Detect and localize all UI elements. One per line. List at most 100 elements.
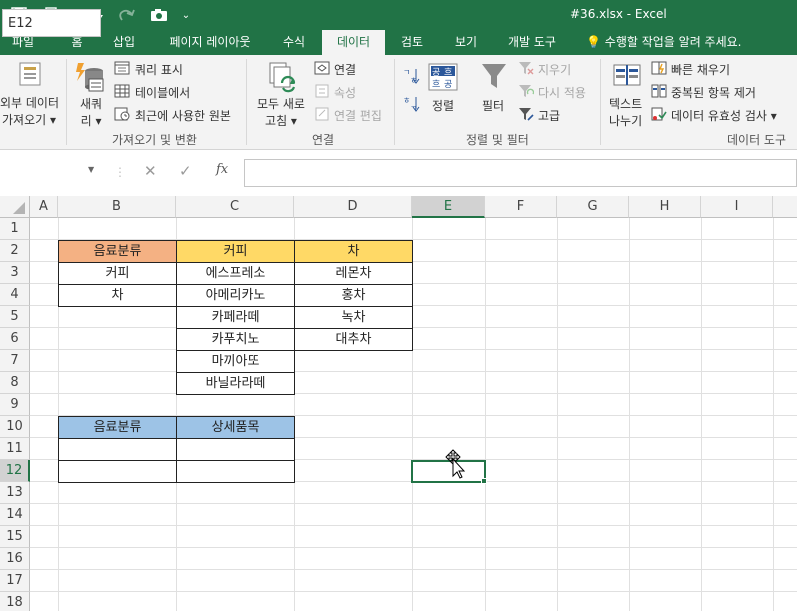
column-header-d[interactable]: D [294,196,412,218]
svg-text:흐: 흐 [444,67,452,78]
properties-button[interactable]: 속성 [334,84,356,101]
row-header-17[interactable]: 17 [0,570,30,592]
from-table-button[interactable]: 테이블에서 [135,84,190,101]
column-header-h[interactable]: H [629,196,701,218]
column-header-e[interactable]: E [412,196,485,218]
cell-c10[interactable]: 상세품목 [176,416,295,439]
select-all-corner[interactable] [0,196,30,218]
cell-b4[interactable]: 차 [58,284,177,307]
cell-c12[interactable] [176,460,295,483]
flash-fill-button[interactable]: 빠른 채우기 [671,61,730,78]
row-header-16[interactable]: 16 [0,548,30,570]
column-header-next[interactable] [773,196,797,218]
row-header-6[interactable]: 6 [0,328,30,350]
row-header-11[interactable]: 11 [0,438,30,460]
tab-review[interactable]: 검토 [392,30,432,55]
column-header-c[interactable]: C [176,196,294,218]
row-header-14[interactable]: 14 [0,504,30,526]
sort-za-icon[interactable]: ㅎㄱ [402,95,420,116]
recent-sources-button[interactable]: 최근에 사용한 원본 [135,107,231,124]
data-validation-button[interactable]: 데이터 유효성 검사 ▾ [671,107,777,124]
column-header-i[interactable]: I [701,196,773,218]
text-to-columns-line2: 나누기 [609,114,643,128]
cell-b10[interactable]: 음료분류 [58,416,177,439]
row-header-18[interactable]: 18 [0,592,30,611]
formula-input[interactable] [244,159,797,187]
filter-button[interactable]: 필터 [482,97,504,114]
new-query-line2: 리 ▾ [80,114,102,128]
remove-duplicates-button[interactable]: 중복된 항목 제거 [671,84,756,101]
tab-view[interactable]: 보기 [446,30,486,55]
cell-c6[interactable]: 카푸치노 [176,328,295,351]
row-header-5[interactable]: 5 [0,306,30,328]
cell-c3[interactable]: 에스프레소 [176,262,295,285]
tab-developer[interactable]: 개발 도구 [500,30,564,55]
tab-page-layout[interactable]: 페이지 레이아웃 [158,30,262,55]
clear-button[interactable]: 지우기 [538,61,571,78]
column-header-a[interactable]: A [30,196,58,218]
cell-c5[interactable]: 카페라떼 [176,306,295,329]
fill-handle[interactable] [481,478,487,484]
column-header-g[interactable]: G [557,196,629,218]
row-header-1[interactable]: 1 [0,218,30,240]
cell-c8[interactable]: 바닐라라떼 [176,372,295,395]
row-header-8[interactable]: 8 [0,372,30,394]
reapply-button[interactable]: 다시 적용 [538,84,586,101]
text-to-columns-line1: 텍스트 [609,97,643,111]
cell-c2[interactable]: 커피 [176,240,295,263]
flash-fill-icon [651,61,667,78]
redo-icon[interactable] [114,3,142,27]
svg-text:흐: 흐 [432,79,440,90]
cell-b11[interactable] [58,438,177,461]
more-options-icon: ⋮ [114,165,126,179]
cell-b12[interactable] [58,460,177,483]
advanced-button[interactable]: 고급 [538,107,560,124]
enter-icon[interactable]: ✓ [179,162,192,180]
cell-d3[interactable]: 레몬차 [294,262,413,285]
tell-me-text: 수행할 작업을 알려 주세요. [604,35,742,49]
camera-icon[interactable] [146,3,172,27]
new-query-button[interactable]: 새쿼 리 ▾ [80,95,102,129]
cell-d5[interactable]: 녹차 [294,306,413,329]
connections-button[interactable]: 연결 [334,61,356,78]
filter-icon [480,61,508,94]
row-header-10[interactable]: 10 [0,416,30,438]
row-header-12[interactable]: 12 [0,460,30,482]
sort-button[interactable]: 정렬 [432,97,454,114]
row-header-4[interactable]: 4 [0,284,30,306]
customize-qat-icon[interactable]: ⌄ [178,3,194,27]
group-get-transform-label: 가져오기 및 변환 [112,133,197,147]
name-box[interactable]: E12 [2,9,101,37]
row-header-13[interactable]: 13 [0,482,30,504]
column-header-f[interactable]: F [485,196,557,218]
tell-me-box[interactable]: 💡 수행할 작업을 알려 주세요. [586,30,741,55]
group-connections-label: 연결 [312,133,335,147]
row-header-2[interactable]: 2 [0,240,30,262]
cell-c4[interactable]: 아메리카노 [176,284,295,307]
tab-data[interactable]: 데이터 [322,30,385,55]
sort-az-icon[interactable]: ㄱㅎ [402,67,420,88]
tab-formulas[interactable]: 수식 [274,30,314,55]
refresh-all-button[interactable]: 모두 새로 고침 ▾ [257,95,305,129]
name-box-dropdown-icon[interactable]: ▼ [88,165,94,174]
text-to-columns-button[interactable]: 텍스트 나누기 [609,95,642,129]
edit-links-button[interactable]: 연결 편집 [334,107,382,124]
cell-d4[interactable]: 홍차 [294,284,413,307]
cell-d2[interactable]: 차 [294,240,413,263]
cell-d6[interactable]: 대추차 [294,328,413,351]
cell-b3[interactable]: 커피 [58,262,177,285]
show-queries-button[interactable]: 쿼리 표시 [135,61,183,78]
column-header-b[interactable]: B [58,196,176,218]
row-header-3[interactable]: 3 [0,262,30,284]
insert-function-icon[interactable]: fx [216,162,228,177]
cell-b2[interactable]: 음료분류 [58,240,177,263]
tab-insert[interactable]: 삽입 [104,30,144,55]
row-header-15[interactable]: 15 [0,526,30,548]
get-external-data-button[interactable]: 외부 데이터 가져오기 ▾ [0,94,59,128]
cell-c7[interactable]: 마끼아또 [176,350,295,373]
title-bar: ⌄ #36.xlsx - Excel [0,0,797,30]
row-header-7[interactable]: 7 [0,350,30,372]
cancel-icon[interactable]: ✕ [144,162,157,180]
row-header-9[interactable]: 9 [0,394,30,416]
cell-c11[interactable] [176,438,295,461]
